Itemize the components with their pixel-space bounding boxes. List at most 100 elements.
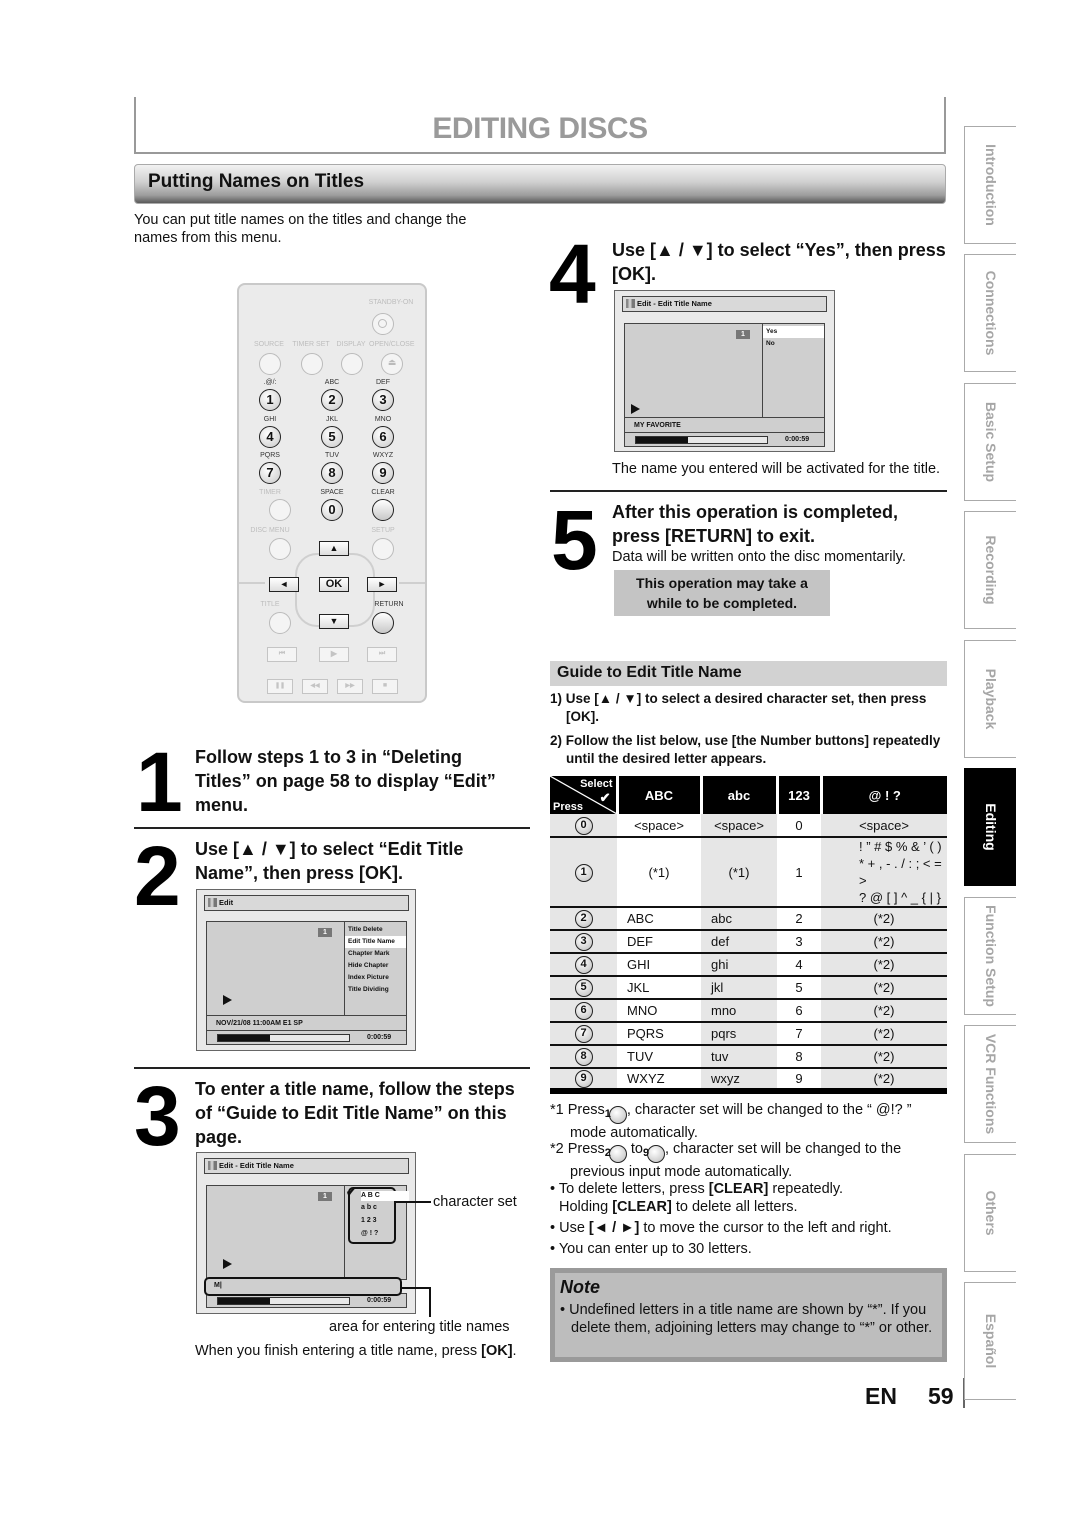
number-key-3[interactable]: 3 [372,389,394,411]
title-name-input[interactable]: M| [204,1277,402,1296]
power-button[interactable] [372,313,394,335]
ok-button[interactable]: OK [319,577,349,592]
option-no[interactable]: No [763,338,824,350]
side-tab-vcr-functions[interactable]: VCR Functions [964,1025,1016,1143]
right-arrow-icon: ► [377,579,387,589]
table-cell: <space> [617,814,701,838]
menu-item-title-delete[interactable]: Title Delete [345,924,406,936]
table-row: 5 JKL jkl 5 (*2) [550,976,947,1000]
side-tab-playback[interactable]: Playback [964,640,1016,758]
charset-uppercase[interactable]: A B C [361,1191,409,1201]
side-tab-others[interactable]: Others [964,1154,1016,1272]
number-key-icon: 3 [574,933,593,951]
side-tab-introduction[interactable]: Introduction [964,126,1016,244]
menu-item-hide-chapter[interactable]: Hide Chapter [345,960,406,972]
table-cell: TUV [617,1045,701,1069]
stop-button[interactable]: ■ [372,679,398,694]
skip-forward-button[interactable]: ⏭ [367,647,397,662]
table-cell: tuv [701,1045,777,1069]
title-label: TITLE [260,601,280,608]
section-title: Putting Names on Titles [148,171,365,192]
charset-symbols[interactable]: @ ! ? [361,1230,378,1237]
menu-item-title-dividing[interactable]: Title Dividing [345,984,406,996]
right-button[interactable]: ► [367,577,397,592]
side-tab-label: Recording [982,535,999,605]
disc-menu-button[interactable] [269,538,291,560]
table-cell: 7 [777,1022,821,1046]
clear-button[interactable] [372,499,394,521]
side-tab-editing[interactable]: Editing [964,768,1016,886]
rewind-button[interactable]: ◀◀ [302,679,328,694]
left-button[interactable]: ◄ [269,577,299,592]
menu-item-chapter-mark[interactable]: Chapter Mark [345,948,406,960]
number-key-6[interactable]: 6 [372,426,394,448]
side-tab-connections[interactable]: Connections [964,254,1016,372]
step-4-text: Use [▲ / ▼] to select “Yes”, then press … [612,240,946,284]
number-key-icon: 9 [574,1070,593,1088]
fast-forward-button[interactable]: ▶▶ [337,679,363,694]
eject-button[interactable]: ⏏ [381,353,403,375]
source-button[interactable] [259,353,281,375]
menu-item-edit-title-name[interactable]: Edit Title Name [345,936,406,948]
number-key-0[interactable]: 0 [321,499,343,521]
title-button[interactable] [269,612,291,634]
table-row: 3 DEF def 3 (*2) [550,930,947,954]
side-tab-label: Others [982,1190,999,1236]
note-title: Note [560,1277,600,1297]
disc-menu-label: DISC MENU [250,527,290,534]
play-button[interactable]: ▶ [319,647,349,662]
table-cell: jkl [701,976,777,1000]
number-key-8[interactable]: 8 [321,462,343,484]
play-icon: ▶ [330,649,338,658]
side-tab-recording[interactable]: Recording [964,511,1016,629]
side-tab-espa-ol[interactable]: Español [964,1282,1016,1400]
charset-lowercase[interactable]: a b c [361,1204,377,1211]
footnote-1: *1 Press 1, character set will be change… [550,1102,912,1141]
fast-forward-icon: ▶▶ [345,683,355,689]
side-tab-function-setup[interactable]: Function Setup [964,897,1016,1015]
timer-set-button[interactable] [301,353,323,375]
table-row: 8 TUV tuv 8 (*2) [550,1045,947,1069]
key-cell: 8 [550,1045,617,1069]
table-row: 1 (*1) (*1) 1! ” # $ % & ’ ( ) * + , - . / … [550,837,947,908]
number-key-7[interactable]: 7 [259,462,281,484]
number-key-1[interactable]: 1 [259,389,281,411]
display-button[interactable] [341,353,363,375]
number-key-4[interactable]: 4 [259,426,281,448]
key-1-icon: 1 [605,1106,627,1124]
side-tab-label: Function Setup [982,905,999,1007]
key-cell: 1 [550,837,617,908]
skip-back-button[interactable]: ⏮ [267,647,297,662]
setup-label: SETUP [371,527,395,534]
table-cell: (*1) [617,837,701,908]
up-button[interactable]: ▲ [319,541,349,556]
step-5-text: After this operation is completed, press… [612,502,899,546]
table-row: 0 <space> <space> 0 <space> [550,814,947,838]
language-label: EN [865,1383,897,1409]
progress-track [217,1034,350,1042]
pause-button[interactable]: ❚❚ [267,679,293,694]
checkmark-icon: ✔ [599,790,611,805]
setup-button[interactable] [372,538,394,560]
option-yes[interactable]: Yes [763,326,824,338]
table-cell: (*2) [821,1022,947,1046]
timer-button[interactable] [269,499,291,521]
menu-item-index-picture[interactable]: Index Picture [345,972,406,984]
number-key-9[interactable]: 9 [372,462,394,484]
key-cell: 2 [550,907,617,931]
up-arrow-icon: ▲ [329,543,339,553]
side-tab-label: Español [982,1313,999,1369]
osd-header: Edit - Edit Title Name [204,1158,409,1174]
charset-numbers[interactable]: 1 2 3 [361,1217,377,1224]
key-2-icon: 2 [605,1145,627,1163]
progress-fill [218,1035,271,1041]
play-icon [223,1259,232,1269]
side-tab-basic-setup[interactable]: Basic Setup [964,383,1016,501]
bullet-clear-hold: Holding [CLEAR] to delete all letters. [559,1199,798,1215]
number-key-2[interactable]: 2 [321,389,343,411]
return-button[interactable] [372,612,394,634]
number-key-5[interactable]: 5 [321,426,343,448]
table-cell: (*1) [701,837,777,908]
table-cell: 8 [777,1045,821,1069]
down-button[interactable]: ▼ [319,614,349,629]
